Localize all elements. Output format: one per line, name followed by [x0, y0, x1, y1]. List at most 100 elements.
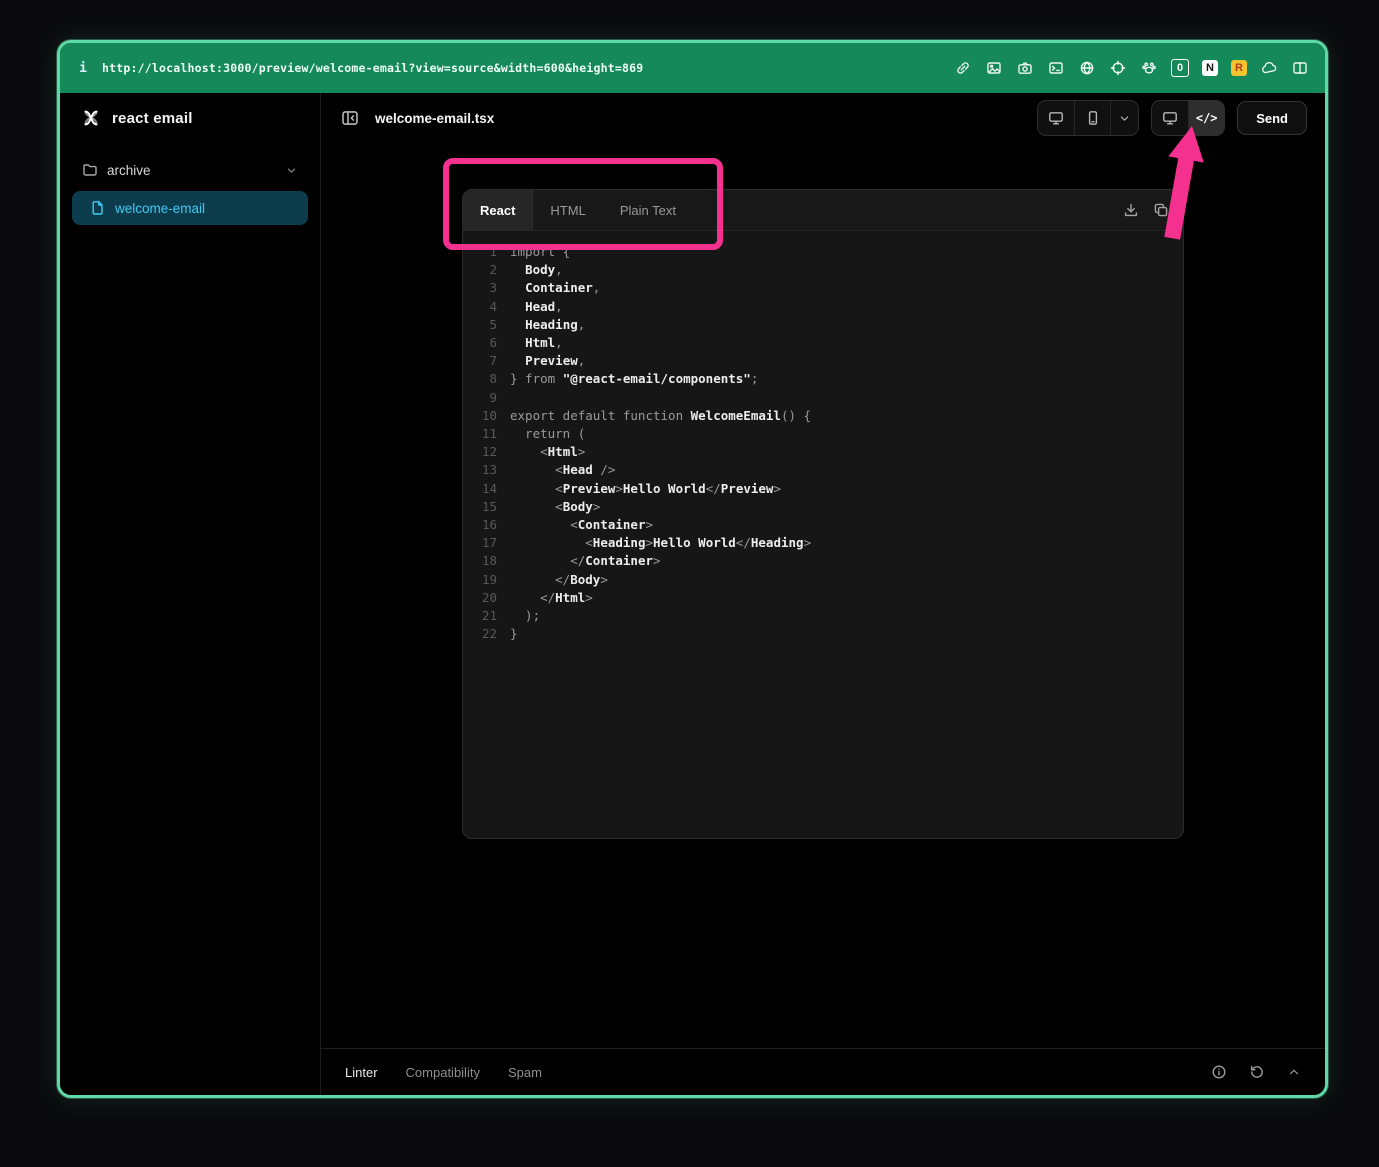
document-title: welcome-email.tsx — [375, 111, 494, 126]
sidebar-item-archive[interactable]: archive — [72, 153, 308, 187]
code-line: 17 <Heading>Hello World</Heading> — [463, 534, 1183, 552]
line-number: 4 — [463, 298, 510, 316]
page: i http://localhost:3000/preview/welcome-… — [0, 0, 1379, 1167]
footer-tab-spam[interactable]: Spam — [508, 1065, 542, 1080]
footer-tab-compatibility[interactable]: Compatibility — [406, 1065, 480, 1080]
globe-icon — [1079, 60, 1095, 76]
line-number: 18 — [463, 552, 510, 570]
cloud-icon[interactable] — [1260, 59, 1278, 77]
line-number: 2 — [463, 261, 510, 279]
globe-icon[interactable] — [1078, 59, 1096, 77]
code-line: 20 </Html> — [463, 589, 1183, 607]
desktop-viewport-button[interactable] — [1038, 101, 1074, 135]
line-number: 22 — [463, 625, 510, 643]
code-text: <Head /> — [510, 461, 615, 479]
line-number: 14 — [463, 480, 510, 498]
send-button[interactable]: Send — [1237, 101, 1307, 135]
code-line: 22} — [463, 625, 1183, 643]
code-line: 12 <Html> — [463, 443, 1183, 461]
file-icon — [90, 200, 106, 216]
circle-zero-icon[interactable]: 0 — [1171, 59, 1189, 77]
code-line: 6 Html, — [463, 334, 1183, 352]
chevron-down-icon — [285, 164, 298, 177]
code-line: 9 — [463, 389, 1183, 407]
copy-icon — [1153, 202, 1169, 218]
app-header: welcome-email.tsx </> — [321, 93, 1325, 143]
code-line: 11 return ( — [463, 425, 1183, 443]
info-icon[interactable]: i — [76, 61, 90, 76]
tab-plain-text[interactable]: Plain Text — [603, 190, 693, 230]
chevron-up-icon — [1287, 1065, 1301, 1079]
info-circle-icon[interactable] — [1211, 1064, 1227, 1080]
chevron-down-icon — [285, 164, 298, 177]
line-number: 7 — [463, 352, 510, 370]
code-text: Container, — [510, 279, 600, 297]
react-email-logo-icon — [80, 107, 102, 129]
code-text: Body, — [510, 261, 563, 279]
collapse-sidebar-button[interactable] — [339, 107, 361, 129]
download-icon[interactable] — [1123, 202, 1139, 218]
code-line: 10export default function WelcomeEmail()… — [463, 407, 1183, 425]
code-text: } from "@react-email/components"; — [510, 370, 758, 388]
tab-html[interactable]: HTML — [533, 190, 602, 230]
code-text: ); — [510, 607, 540, 625]
panel-actions — [1123, 190, 1169, 230]
code-text: Head, — [510, 298, 563, 316]
copy-icon[interactable] — [1153, 202, 1169, 218]
app-shell: react email archive welcome-email welcome… — [60, 93, 1325, 1095]
line-number: 16 — [463, 516, 510, 534]
link-icon — [955, 60, 971, 76]
preview-mode-button[interactable] — [1152, 101, 1188, 135]
code-text: Html, — [510, 334, 563, 352]
code-line: 8} from "@react-email/components"; — [463, 370, 1183, 388]
line-number: 5 — [463, 316, 510, 334]
logo-row[interactable]: react email — [60, 93, 320, 143]
terminal-icon[interactable] — [1047, 59, 1065, 77]
sidebar-item-label: archive — [107, 163, 151, 178]
header-controls: </> Send — [1037, 100, 1307, 136]
mobile-viewport-button[interactable] — [1074, 101, 1110, 135]
image-icon[interactable] — [985, 59, 1003, 77]
line-number: 12 — [463, 443, 510, 461]
code-editor[interactable]: 1import {2 Body,3 Container,4 Head,5 Hea… — [463, 231, 1183, 838]
split-icon — [1292, 60, 1308, 76]
line-number: 17 — [463, 534, 510, 552]
notion-icon[interactable]: N — [1202, 60, 1218, 76]
code-text: } — [510, 625, 518, 643]
code-icon: </> — [1196, 111, 1218, 125]
camera-icon — [1017, 60, 1033, 76]
code-text: </Html> — [510, 589, 593, 607]
source-code-mode-button[interactable]: </> — [1188, 101, 1224, 135]
footer-tab-linter[interactable]: Linter — [345, 1065, 378, 1080]
line-number: 9 — [463, 389, 510, 407]
chevron-up-icon[interactable] — [1287, 1065, 1301, 1079]
code-text: </Container> — [510, 552, 661, 570]
code-text: <Preview>Hello World</Preview> — [510, 480, 781, 498]
code-text: <Html> — [510, 443, 585, 461]
camera-icon[interactable] — [1016, 59, 1034, 77]
code-line: 5 Heading, — [463, 316, 1183, 334]
chevron-down-icon — [1118, 112, 1131, 125]
image-icon — [986, 60, 1002, 76]
split-icon[interactable] — [1291, 59, 1309, 77]
address-url[interactable]: http://localhost:3000/preview/welcome-em… — [102, 61, 643, 75]
history-icon[interactable] — [1249, 1064, 1265, 1080]
bottom-bar-actions — [1211, 1064, 1301, 1080]
code-line: 1import { — [463, 243, 1183, 261]
desktop-icon — [1048, 110, 1064, 126]
target-icon[interactable] — [1109, 59, 1127, 77]
line-number: 20 — [463, 589, 510, 607]
viewport-dropdown-chevron[interactable] — [1110, 101, 1138, 135]
link-icon[interactable] — [954, 59, 972, 77]
code-line: 13 <Head /> — [463, 461, 1183, 479]
code-line: 2 Body, — [463, 261, 1183, 279]
line-number: 3 — [463, 279, 510, 297]
code-line: 14 <Preview>Hello World</Preview> — [463, 480, 1183, 498]
tab-react[interactable]: React — [463, 190, 533, 230]
sidebar-item-welcome-email[interactable]: welcome-email — [72, 191, 308, 225]
line-number: 11 — [463, 425, 510, 443]
paw-icon — [1141, 60, 1157, 76]
line-number: 8 — [463, 370, 510, 388]
paw-icon[interactable] — [1140, 59, 1158, 77]
reader-icon[interactable]: R — [1231, 60, 1247, 76]
